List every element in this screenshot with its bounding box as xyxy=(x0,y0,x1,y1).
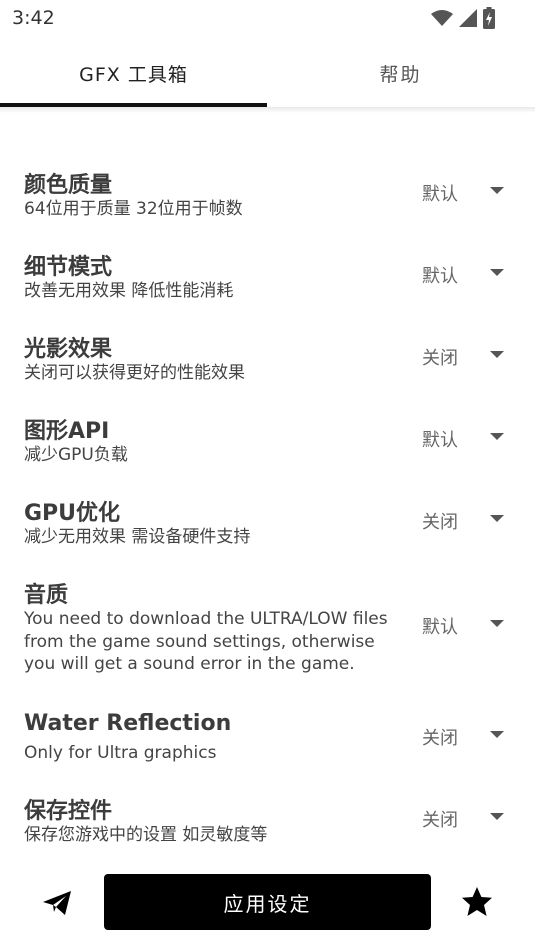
setting-dropdown-value[interactable]: 关闭 xyxy=(422,344,458,370)
setting-dropdown-value[interactable]: 关闭 xyxy=(422,508,458,534)
setting-dropdown-value[interactable]: 关闭 xyxy=(422,724,458,750)
setting-dropdown-value[interactable]: 默认 xyxy=(422,613,458,639)
status-bar: 3:42 xyxy=(0,0,535,38)
dropdown-arrow-icon[interactable] xyxy=(490,187,504,194)
tab-help[interactable]: 帮助 xyxy=(267,38,534,108)
setting-dropdown-value[interactable]: 默认 xyxy=(422,426,458,452)
setting-title: 细节模式 xyxy=(24,255,113,280)
tab-shadow xyxy=(0,107,535,113)
setting-description: 改善无用效果 降低性能消耗 xyxy=(24,281,234,301)
setting-title: GPU优化 xyxy=(24,501,121,526)
setting-dropdown-value[interactable]: 默认 xyxy=(422,180,458,206)
setting-description: 减少GPU负载 xyxy=(24,445,128,465)
tab-bar: GFX 工具箱 帮助 xyxy=(0,38,535,108)
setting-title: 图形API xyxy=(24,419,110,444)
wifi-icon xyxy=(431,10,453,26)
setting-title: 音质 xyxy=(24,583,69,608)
setting-description: 64位用于质量 32位用于帧数 xyxy=(24,199,243,219)
status-icons xyxy=(431,7,495,29)
setting-row[interactable]: 音质 You need to download the ULTRA/LOW fil… xyxy=(0,570,535,674)
setting-row[interactable]: 图形API 减少GPU负载 默认 xyxy=(0,406,535,488)
setting-row[interactable]: 细节模式 改善无用效果 降低性能消耗 默认 xyxy=(0,242,535,324)
setting-description: You need to download the ULTRA/LOW files… xyxy=(24,609,388,674)
dropdown-arrow-icon[interactable] xyxy=(490,515,504,522)
dropdown-arrow-icon[interactable] xyxy=(490,269,504,276)
dropdown-arrow-icon[interactable] xyxy=(490,620,504,627)
setting-row[interactable]: 光影效果 关闭可以获得更好的性能效果 关闭 xyxy=(0,324,535,406)
setting-row[interactable]: Water Reflection Only for Ultra graphics 关… xyxy=(0,704,535,786)
setting-dropdown-value[interactable]: 关闭 xyxy=(422,806,458,832)
status-time: 3:42 xyxy=(12,7,55,29)
setting-dropdown-value[interactable]: 默认 xyxy=(422,262,458,288)
tab-gfx-toolbox[interactable]: GFX 工具箱 xyxy=(0,38,267,108)
setting-description: 保存您游戏中的设置 如灵敏度等 xyxy=(24,825,268,845)
battery-charging-icon xyxy=(483,7,495,29)
settings-list: 树木 灌木丛等默认颜色质量64位用于质量 32位用于帧数默认细节模式改善无用效果… xyxy=(0,107,535,861)
setting-description: 减少无用效果 需设备硬件支持 xyxy=(24,527,251,547)
setting-title: 颜色质量 xyxy=(24,173,113,198)
setting-row[interactable]: GPU优化 减少无用效果 需设备硬件支持 关闭 xyxy=(0,488,535,570)
send-icon[interactable] xyxy=(43,891,71,915)
apply-settings-button[interactable]: 应用设定 xyxy=(104,874,431,930)
setting-title: 光影效果 xyxy=(24,337,113,362)
setting-description: Only for Ultra graphics xyxy=(24,743,217,763)
setting-row[interactable]: 保存控件 保存您游戏中的设置 如灵敏度等 关闭 xyxy=(0,786,535,861)
setting-title: Water Reflection xyxy=(24,711,232,736)
dropdown-arrow-icon[interactable] xyxy=(490,813,504,820)
dropdown-arrow-icon[interactable] xyxy=(490,731,504,738)
cell-signal-icon xyxy=(459,9,477,27)
setting-description: 关闭可以获得更好的性能效果 xyxy=(24,363,245,383)
star-icon[interactable] xyxy=(461,886,493,918)
dropdown-arrow-icon[interactable] xyxy=(490,433,504,440)
dropdown-arrow-icon[interactable] xyxy=(490,351,504,358)
setting-row[interactable]: 颜色质量 64位用于质量 32位用于帧数 默认 xyxy=(0,160,535,242)
setting-title: 保存控件 xyxy=(24,799,113,824)
